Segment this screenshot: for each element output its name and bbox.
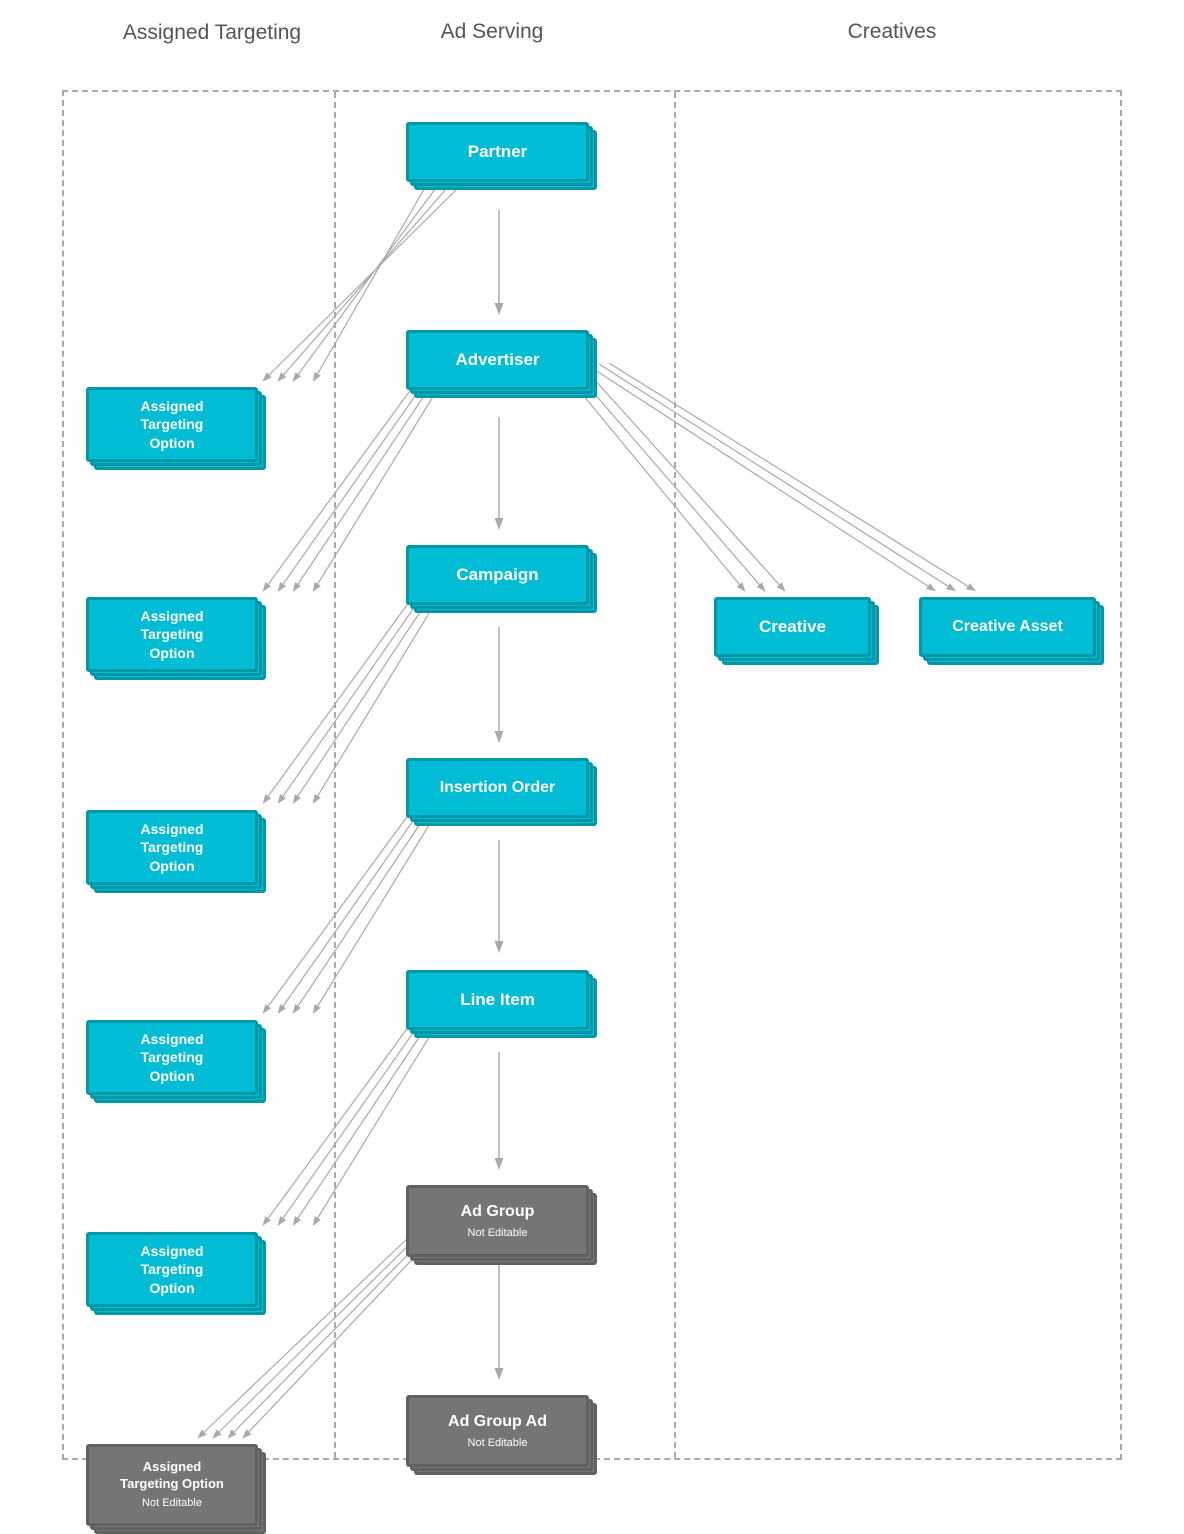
assigned-targeting-header: Assigned Targeting — [112, 20, 312, 45]
creatives-header: Creatives — [702, 20, 1082, 44]
ato-3-node: AssignedTargetingOption — [86, 810, 258, 885]
line-item-node: Line Item — [406, 970, 589, 1030]
ato-4-node: AssignedTargetingOption — [86, 1020, 258, 1095]
advertiser-node: Advertiser — [406, 330, 589, 390]
divider-right — [674, 92, 676, 1458]
creative-asset-node: Creative Asset — [919, 597, 1096, 657]
partner-node: Partner — [406, 122, 589, 182]
ad-group-ad-node: Ad Group Ad Not Editable — [406, 1395, 589, 1467]
ato-1-node: AssignedTargetingOption — [86, 387, 258, 462]
ato-3-wrapper: AssignedTargetingOption — [86, 810, 261, 885]
insertion-order-node-wrapper: Insertion Order — [406, 758, 592, 818]
creative-asset-node-wrapper: Creative Asset — [919, 597, 1099, 657]
insertion-order-node: Insertion Order — [406, 758, 589, 818]
ad-group-node-wrapper: Ad Group Not Editable — [406, 1185, 592, 1257]
partner-node-wrapper: Partner — [406, 122, 592, 182]
line-item-node-wrapper: Line Item — [406, 970, 592, 1030]
creative-node-wrapper: Creative — [714, 597, 874, 657]
campaign-node: Campaign — [406, 545, 589, 605]
ato-6-wrapper: AssignedTargeting Option Not Editable — [86, 1444, 261, 1526]
ato-2-wrapper: AssignedTargetingOption — [86, 597, 261, 672]
ato-5-node: AssignedTargetingOption — [86, 1232, 258, 1307]
ato-4-wrapper: AssignedTargetingOption — [86, 1020, 261, 1095]
advertiser-node-wrapper: Advertiser — [406, 330, 592, 390]
ato-5-wrapper: AssignedTargetingOption — [86, 1232, 261, 1307]
ato-1-wrapper: AssignedTargetingOption — [86, 387, 261, 462]
ad-group-node: Ad Group Not Editable — [406, 1185, 589, 1257]
ato-2-node: AssignedTargetingOption — [86, 597, 258, 672]
ad-group-ad-node-wrapper: Ad Group Ad Not Editable — [406, 1395, 592, 1467]
ato-6-node: AssignedTargeting Option Not Editable — [86, 1444, 258, 1526]
ad-serving-header: Ad Serving — [382, 20, 602, 44]
creative-node: Creative — [714, 597, 871, 657]
campaign-node-wrapper: Campaign — [406, 545, 592, 605]
divider-left — [334, 92, 336, 1458]
